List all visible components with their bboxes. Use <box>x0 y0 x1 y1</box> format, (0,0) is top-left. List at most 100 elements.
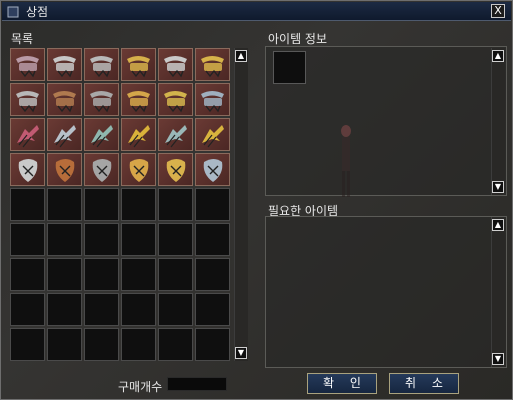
inventory-slot-item[interactable] <box>10 83 45 116</box>
inventory-slot-empty[interactable] <box>84 188 119 221</box>
inventory-slot-empty[interactable] <box>47 293 82 326</box>
inventory-slot-empty[interactable] <box>195 258 230 291</box>
shield-claw-icon <box>55 159 75 182</box>
inventory-slot-empty[interactable] <box>158 223 193 256</box>
quantity-input[interactable] <box>167 377 227 391</box>
inventory-slot-item[interactable] <box>195 83 230 116</box>
inventory-slot-item[interactable] <box>121 153 156 186</box>
inventory-slot-item[interactable] <box>84 153 119 186</box>
crossbow-icon <box>164 56 187 78</box>
crossbow-icon <box>164 91 187 113</box>
inventory-slot-empty[interactable] <box>84 223 119 256</box>
quantity-label: 구매개수 <box>118 380 163 394</box>
inventory-slot-empty[interactable] <box>158 188 193 221</box>
inventory-slot-empty[interactable] <box>121 223 156 256</box>
inventory-slot-empty[interactable] <box>10 328 45 361</box>
inventory-slot-empty[interactable] <box>84 293 119 326</box>
inventory-slot-item[interactable] <box>121 118 156 151</box>
inventory-slot-item[interactable] <box>121 83 156 116</box>
inventory-slot-empty[interactable] <box>195 223 230 256</box>
crossbow-icon <box>90 56 113 78</box>
confirm-button[interactable]: 확 인 <box>307 373 377 394</box>
list-scroll-down-arrow[interactable]: ▼ <box>235 347 247 359</box>
info-scroll-down-arrow[interactable]: ▼ <box>492 181 504 193</box>
inventory-slot-empty[interactable] <box>10 223 45 256</box>
claw-icon <box>202 125 224 148</box>
claw-icon <box>165 125 187 148</box>
inventory-slot-empty[interactable] <box>10 293 45 326</box>
inventory-slot-empty[interactable] <box>158 328 193 361</box>
close-button[interactable]: X <box>491 4 505 18</box>
item-info-scrollbar[interactable]: ▲ ▼ <box>491 48 505 195</box>
inventory-slot-item[interactable] <box>10 118 45 151</box>
inventory-slot-empty[interactable] <box>121 258 156 291</box>
item-info-slot <box>273 51 306 84</box>
crossbow-icon <box>90 91 113 113</box>
list-scroll-up-arrow[interactable]: ▲ <box>235 50 247 62</box>
claw-icon <box>54 125 76 148</box>
inventory-slot-empty[interactable] <box>121 328 156 361</box>
inventory-slot-item[interactable] <box>84 118 119 151</box>
required-scroll-down-arrow[interactable]: ▼ <box>492 353 504 365</box>
inventory-slot-item[interactable] <box>195 118 230 151</box>
cancel-button[interactable]: 취 소 <box>389 373 459 394</box>
window-icon <box>6 4 20 18</box>
inventory-slot-item[interactable] <box>47 118 82 151</box>
claw-icon <box>128 125 150 148</box>
inventory-slot-item[interactable] <box>158 118 193 151</box>
inventory-slot-empty[interactable] <box>195 188 230 221</box>
inventory-slot-item[interactable] <box>195 48 230 81</box>
shield-claw-icon <box>92 159 112 182</box>
required-scroll-up-arrow[interactable]: ▲ <box>492 219 504 231</box>
crossbow-icon <box>16 56 39 78</box>
info-scroll-up-arrow[interactable]: ▲ <box>492 50 504 62</box>
inventory-slot-empty[interactable] <box>158 258 193 291</box>
required-scrollbar[interactable]: ▲ ▼ <box>491 217 505 367</box>
inventory-slot-empty[interactable] <box>10 188 45 221</box>
item-grid <box>10 48 232 361</box>
inventory-slot-item[interactable] <box>47 48 82 81</box>
inventory-slot-item[interactable] <box>10 48 45 81</box>
crossbow-icon <box>53 91 76 113</box>
background-character-figure <box>341 125 351 197</box>
crossbow-icon <box>53 56 76 78</box>
inventory-slot-item[interactable] <box>158 48 193 81</box>
inventory-slot-empty[interactable] <box>195 328 230 361</box>
window-title: 상점 <box>26 5 49 19</box>
shield-claw-icon <box>129 159 149 182</box>
title-bar[interactable]: 상점 X <box>2 2 511 21</box>
inventory-slot-item[interactable] <box>158 83 193 116</box>
inventory-slot-empty[interactable] <box>84 328 119 361</box>
inventory-slot-empty[interactable] <box>47 188 82 221</box>
inventory-slot-empty[interactable] <box>84 258 119 291</box>
inventory-slot-item[interactable] <box>84 48 119 81</box>
list-scrollbar[interactable]: ▲ ▼ <box>234 48 248 361</box>
shield-claw-icon <box>166 159 186 182</box>
inventory-slot-empty[interactable] <box>10 258 45 291</box>
list-label: 목록 <box>11 32 34 46</box>
inventory-slot-empty[interactable] <box>121 293 156 326</box>
inventory-slot-item[interactable] <box>84 83 119 116</box>
inventory-slot-empty[interactable] <box>121 188 156 221</box>
item-info-label: 아이템 정보 <box>268 32 328 46</box>
inventory-slot-empty[interactable] <box>47 223 82 256</box>
claw-icon <box>17 125 39 148</box>
inventory-slot-empty[interactable] <box>158 293 193 326</box>
shield-claw-icon <box>203 159 223 182</box>
inventory-slot-empty[interactable] <box>47 258 82 291</box>
inventory-slot-item[interactable] <box>10 153 45 186</box>
crossbow-icon <box>127 56 150 78</box>
shop-window: 상점 X 목록 ▲ ▼ 아이템 정보 ▲ ▼ 필요한 아이템 ▲ ▼ 구매개수 … <box>0 0 513 400</box>
inventory-slot-empty[interactable] <box>195 293 230 326</box>
inventory-slot-item[interactable] <box>121 48 156 81</box>
crossbow-icon <box>201 56 224 78</box>
crossbow-icon <box>127 91 150 113</box>
inventory-slot-item[interactable] <box>195 153 230 186</box>
crossbow-icon <box>201 91 224 113</box>
shield-claw-icon <box>18 159 38 182</box>
required-items-panel <box>265 216 507 368</box>
inventory-slot-empty[interactable] <box>47 328 82 361</box>
inventory-slot-item[interactable] <box>158 153 193 186</box>
inventory-slot-item[interactable] <box>47 153 82 186</box>
inventory-slot-item[interactable] <box>47 83 82 116</box>
